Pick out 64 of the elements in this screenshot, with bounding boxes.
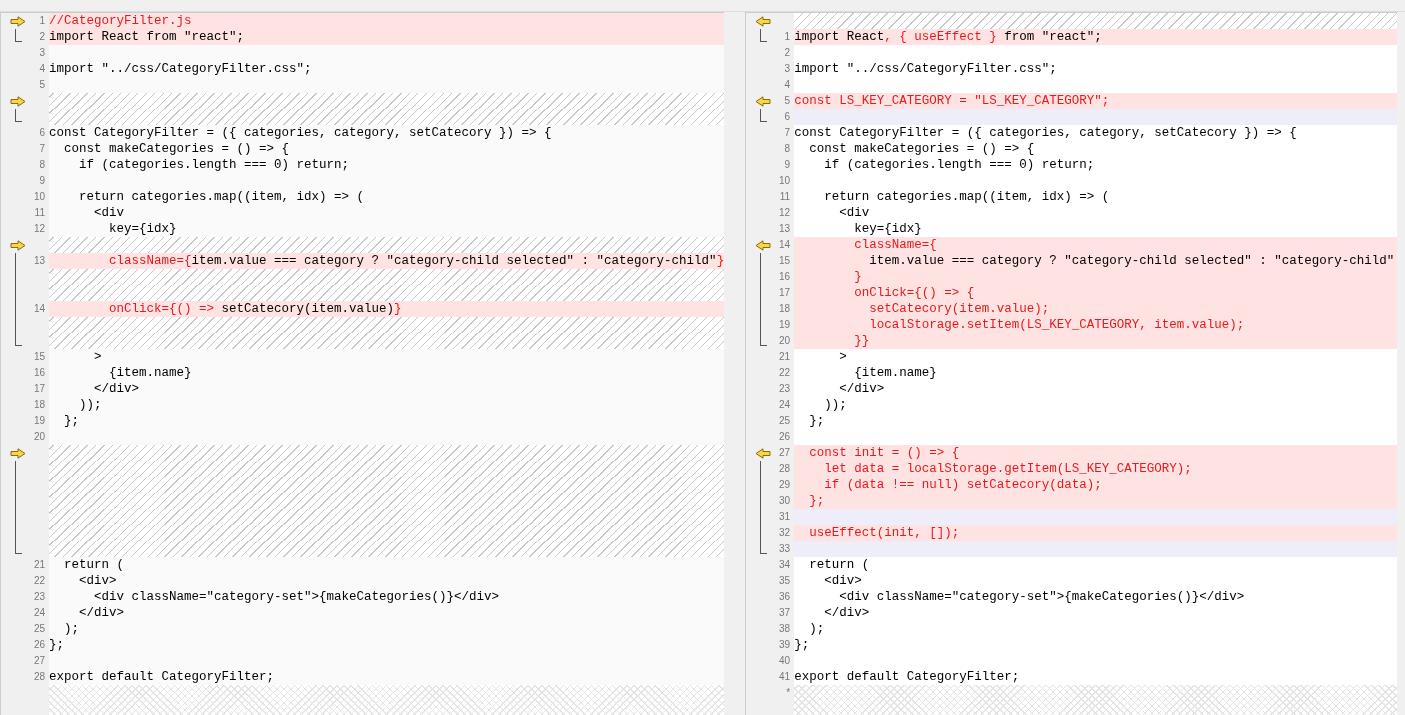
- right-arrow-icon[interactable]: [10, 16, 26, 27]
- code-line: };: [808, 494, 825, 508]
- code-line: if (categories.length === 0) return;: [823, 158, 1095, 172]
- code-line: ));: [823, 398, 847, 412]
- code-line: {item.name}: [108, 366, 192, 380]
- code-line: localStorage.setItem(LS_KEY_CATEGORY, item.value);: [868, 318, 1245, 332]
- code-line: ));: [78, 398, 102, 412]
- code-line: //CategoryFilter.js: [49, 14, 192, 28]
- code-line: item.value === category ? "category-child selected" : "category-child": [868, 254, 1395, 268]
- code-line: };: [63, 414, 79, 428]
- code-line: <div className="category-set">{makeCategories()}</div>: [93, 590, 500, 604]
- code-line: const init = () => {: [808, 446, 960, 460]
- code-line: setCatecory(item.value);: [868, 302, 1050, 316]
- code-line: import "../css/CategoryFilter.css";: [49, 62, 312, 76]
- right-arrow-icon[interactable]: [10, 240, 26, 251]
- code-line: return categories.map((item, idx) => (: [78, 190, 365, 204]
- code-line: <div>: [78, 574, 117, 588]
- code-line: export default CategoryFilter;: [49, 670, 275, 684]
- code-line: return (: [63, 558, 124, 572]
- code-line: className={item.value === category ? "category-child selected" : "category-child"}: [108, 254, 725, 268]
- code-line: import React, { useEffect } from "react";: [794, 30, 1102, 44]
- right-arrow-icon[interactable]: [10, 96, 26, 107]
- right-arrow-icon[interactable]: [10, 448, 26, 459]
- code-line: >: [838, 350, 847, 364]
- code-line: }}: [853, 334, 870, 348]
- code-line: onClick={() => setCatecory(item.value)}: [108, 302, 402, 316]
- left-arrow-icon[interactable]: [755, 96, 772, 107]
- code-line: }: [853, 270, 862, 284]
- code-line: if (categories.length === 0) return;: [78, 158, 350, 172]
- code-line: const makeCategories = () => {: [63, 142, 290, 156]
- code-line: <div: [93, 206, 124, 220]
- code-line: </div>: [838, 382, 885, 396]
- code-line: };: [49, 638, 64, 652]
- code-line: export default CategoryFilter;: [794, 670, 1020, 684]
- code-line: >: [93, 350, 102, 364]
- code-line: className={: [853, 238, 937, 252]
- code-line: return (: [808, 558, 870, 572]
- code-line: key={idx}: [108, 222, 177, 236]
- code-line: </div>: [93, 382, 139, 396]
- left-arrow-icon[interactable]: [755, 240, 772, 251]
- code-line: if (data !== null) setCatecory(data);: [823, 478, 1102, 492]
- code-line: const LS_KEY_CATEGORY = "LS_KEY_CATEGORY";: [794, 94, 1110, 108]
- code-line: {item.name}: [853, 366, 937, 380]
- code-line: onClick={() => {: [853, 286, 975, 300]
- code-line: <div className="category-set">{makeCategories()}</div>: [838, 590, 1245, 604]
- code-line: import React from "react";: [49, 30, 245, 44]
- left-arrow-icon[interactable]: [755, 16, 772, 27]
- code-line: );: [63, 622, 79, 636]
- code-line: };: [794, 638, 810, 652]
- code-line: let data = localStorage.getItem(LS_KEY_CATEGORY);: [823, 462, 1192, 476]
- code-line: <div: [838, 206, 870, 220]
- code-line: );: [808, 622, 825, 636]
- left-arrow-icon[interactable]: [755, 448, 772, 459]
- code-line: const CategoryFilter = ({ categories, category, setCatecory }) => {: [49, 126, 552, 140]
- code-line: };: [808, 414, 825, 428]
- code-line: key={idx}: [853, 222, 922, 236]
- code-line: </div>: [823, 606, 870, 620]
- code-line: import "../css/CategoryFilter.css";: [794, 62, 1057, 76]
- code-line: useEffect(init, []);: [808, 526, 960, 540]
- code-line: <div>: [823, 574, 862, 588]
- code-line: return categories.map((item, idx) => (: [823, 190, 1110, 204]
- code-line: const makeCategories = () => {: [808, 142, 1035, 156]
- code-line: const CategoryFilter = ({ categories, category, setCatecory }) => {: [794, 126, 1297, 140]
- code-line: </div>: [78, 606, 124, 620]
